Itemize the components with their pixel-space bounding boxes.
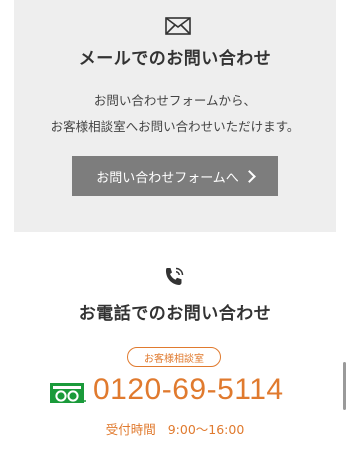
customer-service-badge: お客様相談室 xyxy=(127,347,221,367)
mail-description-line2: お客様相談室へお問い合わせいただけます。 xyxy=(50,119,300,134)
mail-description-line1: お問い合わせフォームから、 xyxy=(93,93,257,108)
chevron-right-icon xyxy=(242,170,256,183)
phone-number-link[interactable]: 0120-69-5114 xyxy=(93,373,284,407)
contact-form-button[interactable]: お問い合わせフォームへ xyxy=(72,156,278,196)
scrollbar-thumb[interactable] xyxy=(343,362,346,410)
business-hours: 受付時間 9:00〜16:00 xyxy=(0,419,350,438)
phone-section-title: お電話でのお問い合わせ xyxy=(78,304,272,324)
envelope-icon xyxy=(165,17,191,35)
contact-form-button-label: お問い合わせフォームへ xyxy=(96,170,239,186)
mail-section-title: メールでのお問い合わせ xyxy=(78,49,272,69)
phone-icon xyxy=(166,267,184,285)
contact-page: メールでのお問い合わせ お問い合わせフォームから、 お客様相談室へお問い合わせい… xyxy=(0,0,350,451)
free-dial-icon xyxy=(50,383,86,403)
business-hours-label: 受付時間 xyxy=(105,422,156,437)
business-hours-value: 9:00〜16:00 xyxy=(167,422,245,437)
mail-contact-section: メールでのお問い合わせ お問い合わせフォームから、 お客様相談室へお問い合わせい… xyxy=(14,0,336,232)
